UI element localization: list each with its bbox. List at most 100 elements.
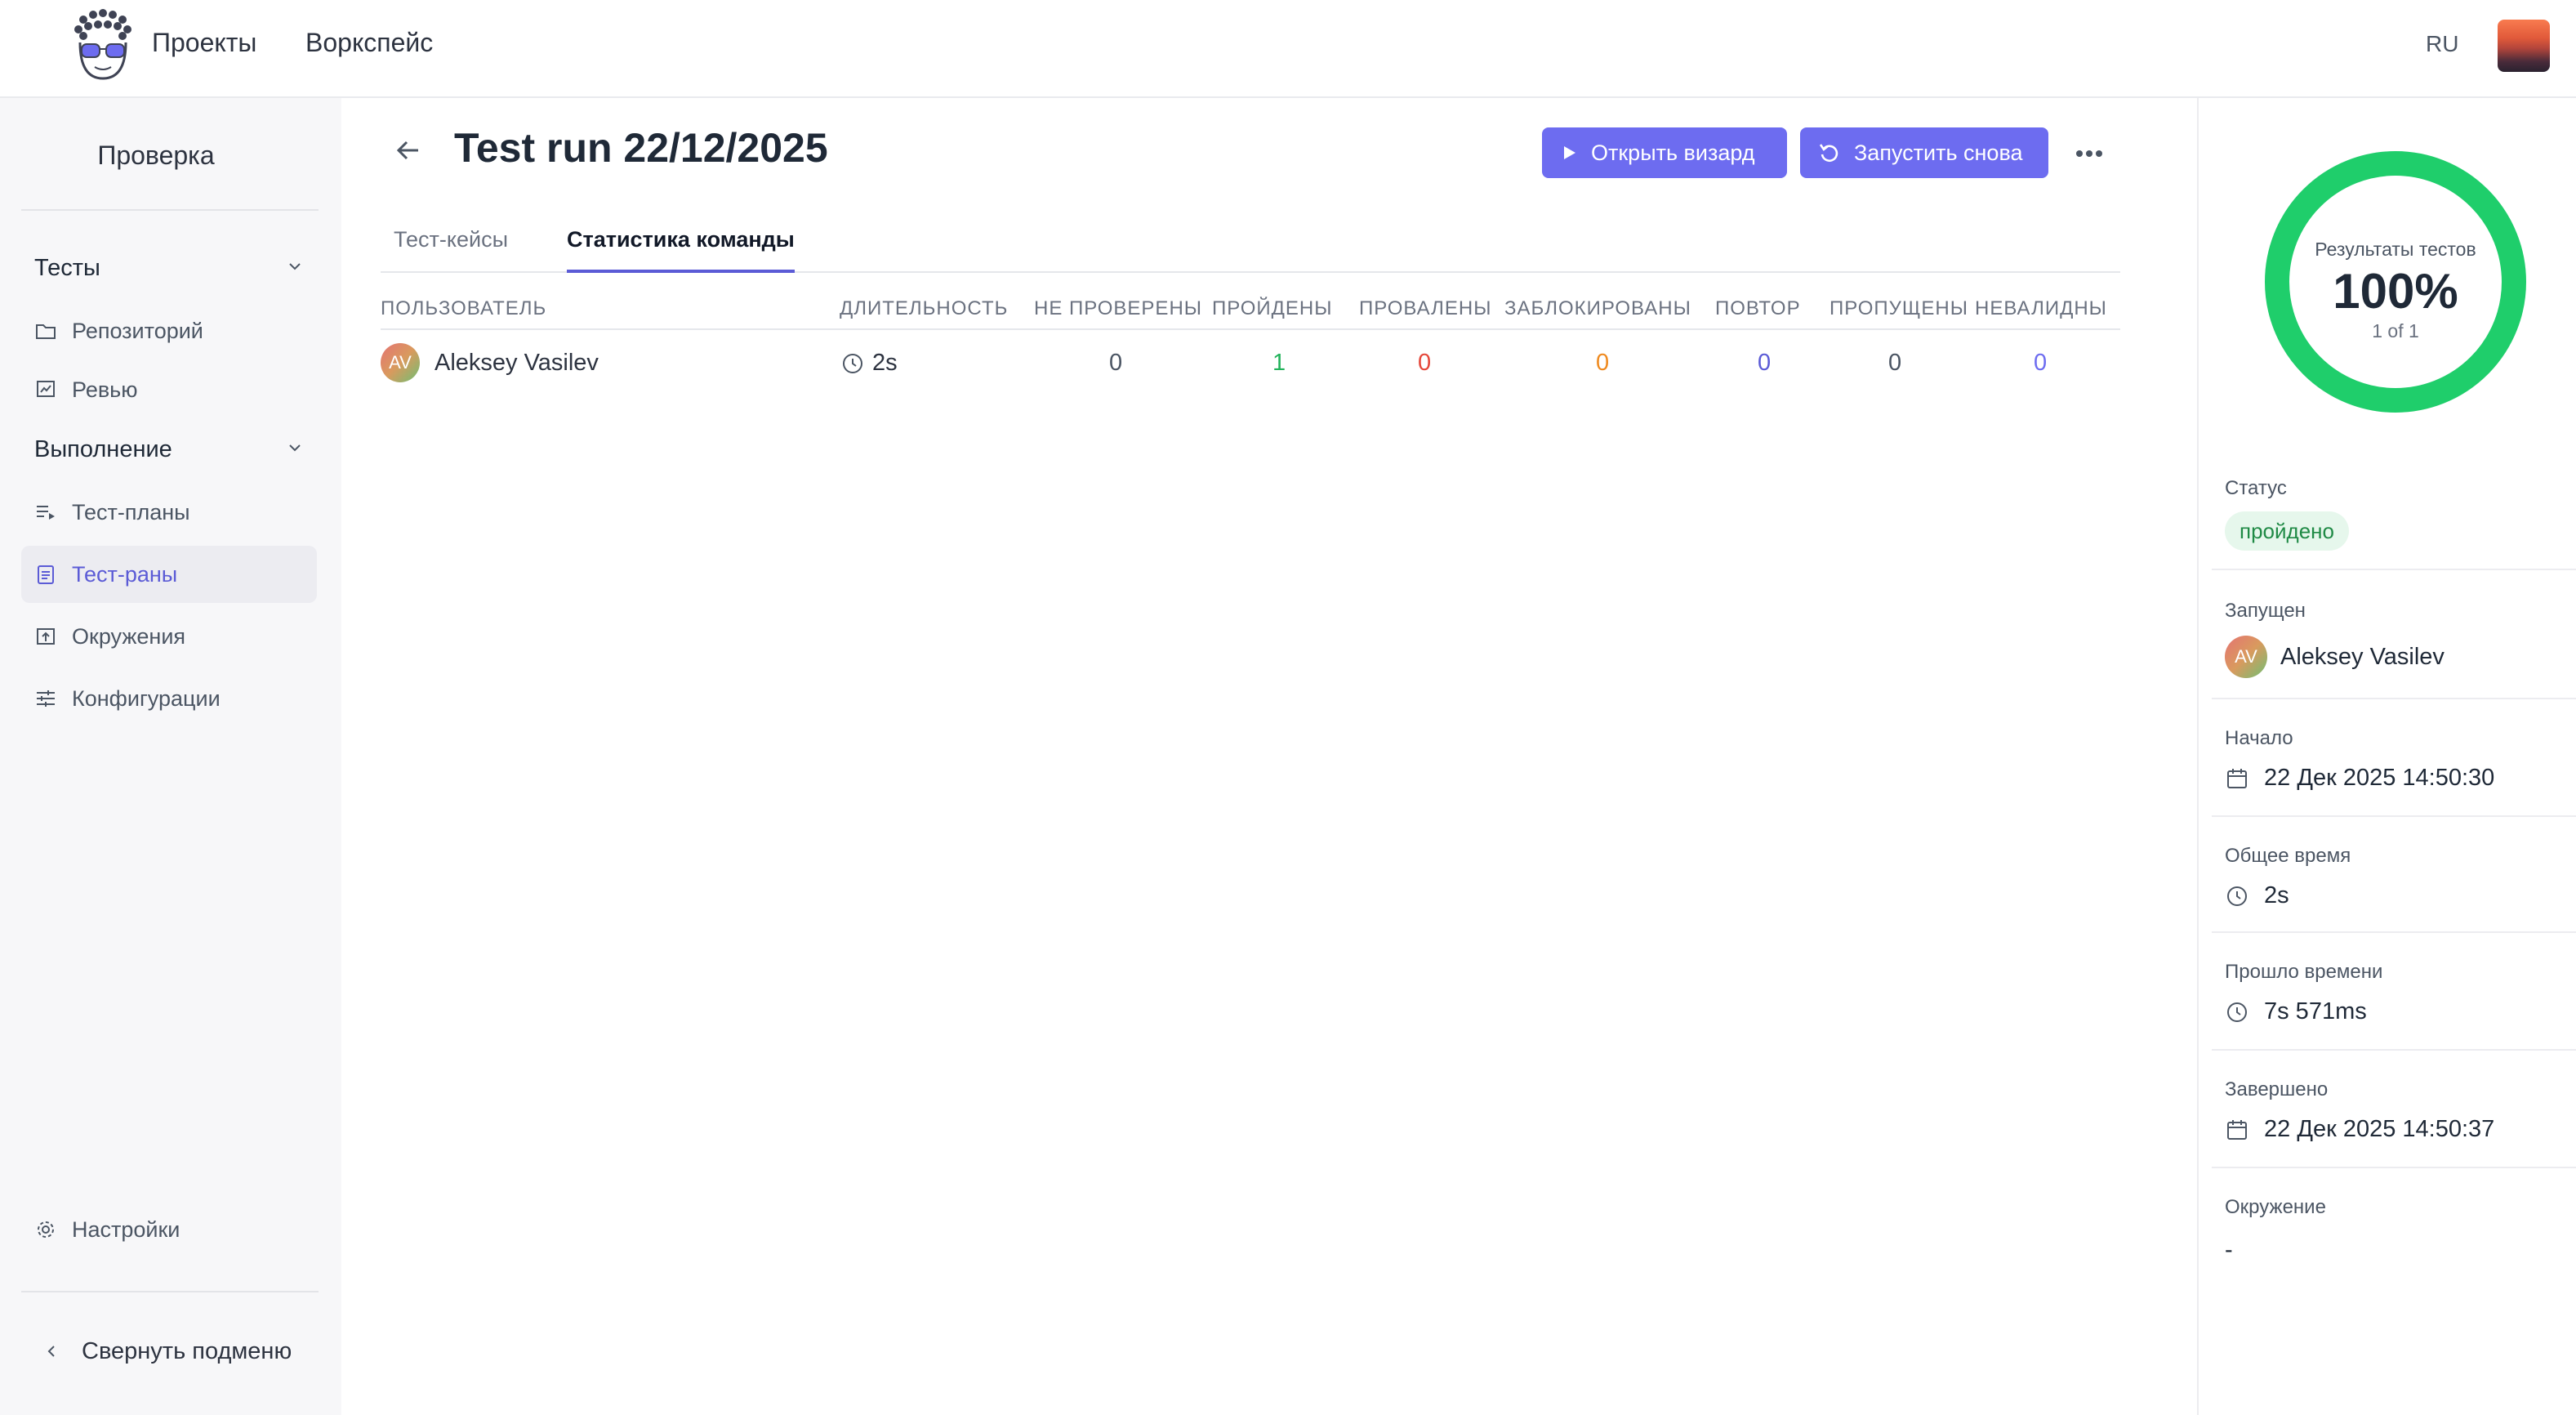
sidebar-item-review[interactable]: Ревью: [21, 361, 317, 418]
sidebar-item-label: Окружения: [72, 623, 186, 649]
back-arrow-icon[interactable]: [394, 136, 423, 165]
sidebar-title: Проверка: [97, 141, 215, 170]
donut-count: 1 of 1: [2372, 320, 2419, 341]
panel-divider: [2212, 1049, 2576, 1051]
review-icon: [34, 378, 57, 401]
sidebar-item-environments[interactable]: Окружения: [21, 608, 317, 665]
column-header-duration[interactable]: Длительность: [840, 297, 1008, 320]
table-divider: [381, 328, 2120, 330]
column-header-invalid[interactable]: Невалидны: [1975, 297, 2107, 320]
panel-divider: [2212, 698, 2576, 699]
collapse-submenu-button[interactable]: Свернуть подменю: [21, 1328, 317, 1374]
sidebar-item-label: Настройки: [72, 1216, 180, 1242]
tab-team-stats[interactable]: Статистика команды: [567, 227, 795, 273]
clock-icon: [841, 352, 864, 375]
clock-icon: [2225, 1000, 2249, 1024]
open-wizard-button[interactable]: Открыть визард: [1542, 127, 1787, 178]
status-label: Статус: [2225, 477, 2287, 499]
finished-label: Завершено: [2225, 1078, 2329, 1100]
sidebar-item-label: Ревью: [72, 377, 138, 402]
open-wizard-label: Открыть визард: [1591, 140, 1755, 165]
nav-projects[interactable]: Проекты: [152, 28, 256, 58]
sidebar-item-test-runs[interactable]: Тест-раны: [21, 546, 317, 603]
start-label: Начало: [2225, 727, 2293, 749]
sidebar-group-execution[interactable]: Выполнение: [34, 436, 304, 463]
start-value: 22 Дек 2025 14:50:30: [2225, 765, 2494, 792]
chevron-left-icon: [44, 1344, 59, 1359]
column-header-user[interactable]: Пользователь: [381, 297, 546, 320]
elapsed-time: 7s 571ms: [2264, 998, 2367, 1024]
invalid-value: 0: [2034, 350, 2048, 376]
sidebar-item-settings[interactable]: Настройки: [21, 1201, 317, 1258]
elapsed-label: Прошло времени: [2225, 961, 2383, 983]
retest-value: 0: [1758, 350, 1772, 376]
panel-divider: [2212, 569, 2576, 570]
sidebar-item-configurations[interactable]: Конфигурации: [21, 670, 317, 727]
user-avatar[interactable]: [2498, 20, 2550, 72]
status-badge: пройдено: [2225, 511, 2349, 551]
sidebar-item-label: Тест-планы: [72, 499, 190, 524]
main-content: [341, 98, 2197, 1415]
tab-test-cases[interactable]: Тест-кейсы: [394, 227, 508, 273]
top-bar: Проекты Воркспейс RU: [0, 0, 2576, 98]
started-by-label: Запущен: [2225, 600, 2306, 622]
calendar-icon: [2225, 1118, 2249, 1142]
sidebar-item-label: Тест-раны: [72, 561, 178, 587]
sidebar-divider: [21, 1291, 319, 1292]
rerun-label: Запустить снова: [1854, 140, 2023, 165]
more-options-icon[interactable]: [2071, 139, 2107, 168]
sidebar-item-test-plans[interactable]: Тест-планы: [21, 484, 317, 541]
sidebar-group-label: Выполнение: [34, 436, 172, 462]
passed-value: 1: [1272, 350, 1286, 376]
environment-value: -: [2225, 1237, 2233, 1263]
sliders-icon: [34, 687, 57, 710]
clipboard-icon: [34, 563, 57, 586]
calendar-icon: [2225, 766, 2249, 791]
playlist-icon: [34, 501, 57, 524]
sidebar-item-label: Репозиторий: [72, 318, 203, 343]
sidebar-group-tests[interactable]: Тесты: [34, 255, 304, 282]
sidebar-divider: [21, 209, 319, 211]
start-date: 22 Дек 2025 14:50:30: [2264, 765, 2495, 791]
column-header-untested[interactable]: Не проверены: [1034, 297, 1202, 320]
environment-label: Окружение: [2225, 1196, 2326, 1218]
avatar: AV: [2225, 636, 2267, 678]
column-header-failed[interactable]: Провалены: [1359, 297, 1491, 320]
folder-icon: [34, 319, 57, 342]
column-header-blocked[interactable]: Заблокированы: [1504, 297, 1691, 320]
blocked-value: 0: [1596, 350, 1610, 376]
total-time: 2s: [2264, 882, 2289, 908]
user-name: Aleksey Vasilev: [435, 349, 599, 376]
panel-divider: [2212, 815, 2576, 817]
elapsed-value: 7s 571ms: [2225, 998, 2367, 1025]
started-by-value: AV Aleksey Vasilev: [2225, 636, 2445, 678]
refresh-icon: [1818, 141, 1841, 164]
donut-title: Результаты тестов: [2315, 239, 2476, 260]
chevron-down-icon: [286, 436, 304, 463]
column-header-skipped[interactable]: Пропущены: [1829, 297, 1968, 320]
started-by-name: Aleksey Vasilev: [2280, 643, 2445, 670]
donut-percent: 100%: [2333, 264, 2458, 319]
finished-value: 22 Дек 2025 14:50:37: [2225, 1116, 2494, 1143]
clock-icon: [2225, 884, 2249, 908]
total-time-value: 2s: [2225, 882, 2289, 909]
logo-icon[interactable]: [72, 7, 134, 82]
untested-value: 0: [1109, 350, 1123, 376]
sidebar-item-repository[interactable]: Репозиторий: [21, 302, 317, 359]
language-switcher[interactable]: RU: [2426, 31, 2458, 57]
gear-icon: [34, 1218, 57, 1241]
collapse-label: Свернуть подменю: [82, 1337, 292, 1364]
rerun-button[interactable]: Запустить снова: [1800, 127, 2048, 178]
environment-icon: [34, 625, 57, 648]
nav-workspace[interactable]: Воркспейс: [305, 28, 433, 58]
skipped-value: 0: [1888, 350, 1902, 376]
total-time-label: Общее время: [2225, 845, 2351, 867]
chevron-down-icon: [286, 255, 304, 282]
page-title: Test run 22/12/2025: [454, 125, 828, 171]
column-header-retest[interactable]: Повтор: [1715, 297, 1801, 320]
sidebar-item-label: Конфигурации: [72, 685, 221, 711]
tabs: Тест-кейсы Статистика команды: [381, 221, 2120, 273]
column-header-passed[interactable]: Пройдены: [1212, 297, 1333, 320]
failed-value: 0: [1418, 350, 1432, 376]
panel-divider: [2212, 931, 2576, 933]
